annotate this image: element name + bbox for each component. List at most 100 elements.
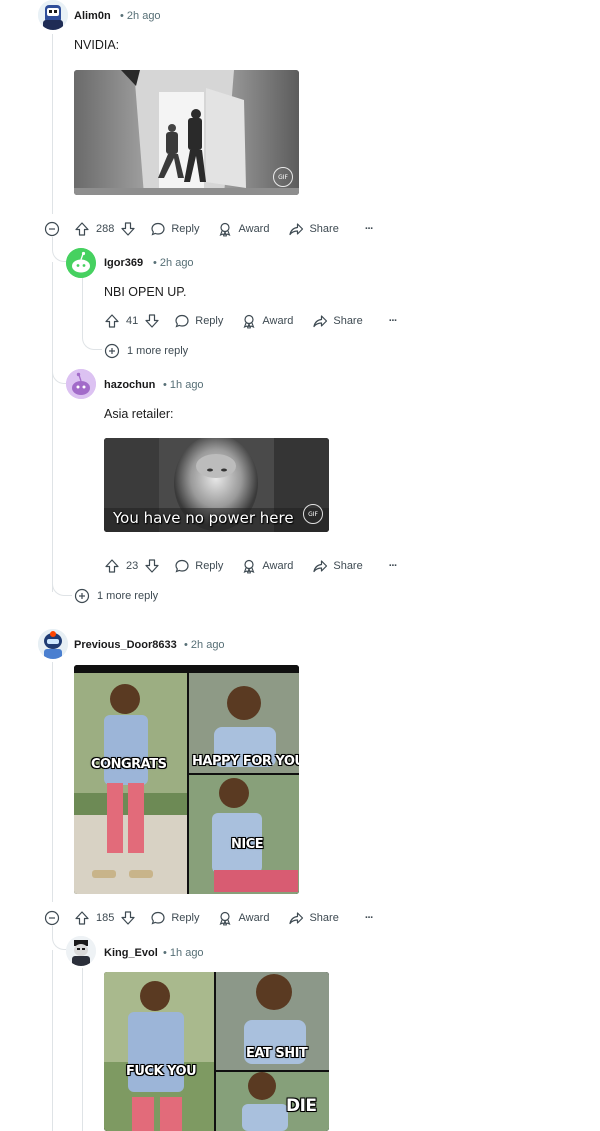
share-icon (313, 560, 328, 573)
username[interactable]: King_Evol (104, 947, 158, 959)
thread-line-curve (82, 336, 102, 350)
avatar[interactable] (66, 369, 96, 399)
comment-text: NBI OPEN UP. (104, 285, 187, 299)
share-button[interactable]: Share (312, 313, 363, 329)
gif-image[interactable]: GIF (74, 70, 299, 195)
comment-actions: 41 Reply Award Share ··· (104, 311, 398, 331)
award-label: Award (262, 315, 294, 327)
share-button[interactable]: Share (312, 558, 363, 574)
gif-badge: GIF (273, 167, 293, 187)
share-label: Share (309, 912, 339, 924)
upvote-icon[interactable] (74, 221, 90, 237)
thread-line (52, 950, 53, 1131)
reply-button[interactable]: Reply (150, 910, 199, 926)
username[interactable]: Alim0n (74, 10, 111, 22)
vote-count: 288 (96, 223, 115, 235)
thread-line (82, 278, 83, 338)
upvote-icon[interactable] (104, 558, 120, 574)
reply-button[interactable]: Reply (150, 221, 199, 237)
meme-text: HAPPY FOR YOU (192, 754, 299, 769)
comment-actions: 288 Reply Award Share ··· (74, 219, 374, 239)
more-options-button[interactable]: ··· (389, 315, 398, 327)
share-button[interactable]: Share (288, 221, 339, 237)
thread-line-curve (52, 370, 66, 384)
timestamp: • 2h ago (153, 257, 194, 269)
reply-icon (175, 314, 189, 328)
award-button[interactable]: Award (217, 910, 269, 926)
more-replies-link[interactable]: 1 more reply (74, 588, 158, 604)
username[interactable]: Igor369 (104, 257, 143, 269)
username[interactable]: hazochun (104, 379, 155, 391)
comment-text: Asia retailer: (104, 407, 174, 421)
avatar[interactable] (66, 248, 96, 278)
share-label: Share (309, 223, 339, 235)
award-label: Award (238, 912, 270, 924)
expand-icon (74, 588, 90, 604)
reply-button[interactable]: Reply (174, 313, 223, 329)
reply-label: Reply (195, 315, 224, 327)
award-icon (243, 559, 255, 574)
more-options-button[interactable]: ··· (365, 912, 374, 924)
award-label: Award (262, 560, 294, 572)
meme-text: NICE (231, 837, 264, 852)
meme-text: FUCK YOU (126, 1064, 197, 1079)
thread-line (52, 34, 53, 214)
more-options-button[interactable]: ··· (365, 223, 374, 235)
downvote-icon[interactable] (144, 558, 160, 574)
more-replies-label: 1 more reply (97, 590, 159, 602)
timestamp: • 1h ago (163, 947, 204, 959)
share-icon (289, 223, 304, 236)
collapse-icon[interactable] (44, 910, 60, 926)
more-options-button[interactable]: ··· (389, 560, 398, 572)
gif-badge: GIF (303, 504, 323, 524)
thread-line-curve (52, 582, 72, 596)
avatar[interactable] (38, 0, 68, 30)
more-replies-label: 1 more reply (127, 345, 189, 357)
award-button[interactable]: Award (241, 313, 293, 329)
meme-text: EAT SHIT (246, 1046, 308, 1061)
reply-button[interactable]: Reply (174, 558, 223, 574)
thread-line (52, 262, 53, 592)
reply-label: Reply (171, 223, 200, 235)
more-replies-link[interactable]: 1 more reply (104, 343, 188, 359)
upvote-icon[interactable] (104, 313, 120, 329)
downvote-icon[interactable] (120, 910, 136, 926)
award-button[interactable]: Award (241, 558, 293, 574)
avatar[interactable] (38, 629, 68, 659)
avatar[interactable] (66, 936, 96, 966)
award-label: Award (238, 223, 270, 235)
comment-actions: 23 Reply Award Share ··· (104, 556, 398, 576)
share-label: Share (333, 315, 363, 327)
reply-icon (151, 911, 165, 925)
award-icon (220, 911, 231, 926)
downvote-icon[interactable] (144, 313, 160, 329)
expand-icon (104, 343, 120, 359)
award-button[interactable]: Award (217, 221, 269, 237)
upvote-icon[interactable] (74, 910, 90, 926)
meme-image[interactable]: CONGRATS HAPPY FOR YOU NICE (74, 665, 299, 894)
share-icon (313, 315, 328, 328)
reply-icon (151, 222, 165, 236)
share-icon (289, 912, 304, 925)
reply-label: Reply (195, 560, 224, 572)
reply-icon (175, 559, 189, 573)
thread-line-curve (52, 236, 66, 262)
vote-count: 23 (126, 560, 139, 572)
reply-label: Reply (171, 912, 200, 924)
thread-line (82, 968, 83, 1131)
username[interactable]: Previous_Door8633 (74, 639, 177, 651)
gif-caption: You have no power here (113, 509, 294, 527)
share-label: Share (333, 560, 363, 572)
thread-line (52, 662, 53, 902)
vote-count: 185 (96, 912, 115, 924)
meme-text: DIE (286, 1096, 317, 1116)
meme-image[interactable]: EAT SHIT FUCK YOU DIE (104, 972, 329, 1131)
downvote-icon[interactable] (120, 221, 136, 237)
award-icon (220, 222, 231, 237)
thread-line-curve (52, 926, 66, 950)
meme-text: CONGRATS (91, 757, 167, 772)
collapse-icon[interactable] (44, 221, 60, 237)
comment-actions: 185 Reply Award Share ··· (74, 908, 374, 928)
share-button[interactable]: Share (288, 910, 339, 926)
gif-image[interactable]: GIF You have no power here (104, 438, 329, 532)
